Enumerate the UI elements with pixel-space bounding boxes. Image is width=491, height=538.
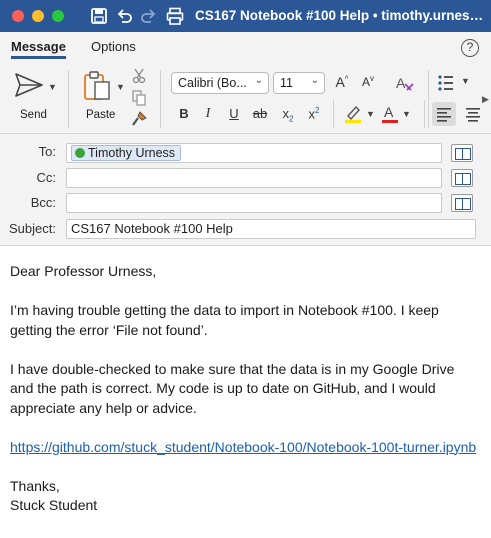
grow-font-label: A: [335, 74, 345, 90]
grow-font-button[interactable]: A^: [333, 74, 351, 90]
bold-button[interactable]: B: [175, 106, 193, 121]
align-left-button[interactable]: [432, 102, 456, 126]
cc-label: Cc:: [36, 170, 57, 185]
subject-field[interactable]: CS167 Notebook #100 Help: [66, 219, 476, 239]
ribbon-divider: [428, 70, 429, 128]
ribbon-overflow-icon[interactable]: ▶: [482, 94, 489, 105]
font-size-dropdown[interactable]: 11 ⌄: [273, 72, 325, 94]
subject-label: Subject:: [9, 221, 56, 236]
save-icon[interactable]: [89, 6, 109, 26]
minimize-window-button[interactable]: [32, 10, 44, 22]
print-icon[interactable]: [165, 6, 185, 26]
superscript-button[interactable]: x2: [305, 106, 323, 121]
font-color-icon[interactable]: A: [381, 104, 399, 124]
ribbon-divider: [68, 70, 69, 128]
chevron-down-icon: ⌄: [310, 75, 319, 86]
paper-plane-icon: [15, 73, 43, 97]
subscript-button[interactable]: x2: [279, 106, 297, 124]
redo-icon[interactable]: [139, 6, 159, 26]
paste-label: Paste: [86, 109, 116, 121]
presence-icon: [75, 148, 85, 158]
address-book-icon[interactable]: [451, 169, 473, 187]
closing: Thanks,: [10, 477, 60, 494]
shrink-font-label: A: [361, 75, 370, 89]
font-name-value: Calibri (Bo...: [178, 76, 247, 90]
address-book-icon[interactable]: [451, 144, 473, 162]
recipient-chip[interactable]: Timothy Urness: [71, 145, 182, 161]
font-name-dropdown[interactable]: Calibri (Bo... ⌄: [171, 72, 269, 94]
address-book-icon[interactable]: [451, 194, 473, 212]
underline-button[interactable]: U: [225, 106, 243, 121]
chevron-down-icon: ▼: [48, 82, 57, 92]
ribbon-tab-bar: Message Options ?: [0, 32, 491, 62]
align-center-icon[interactable]: [461, 102, 485, 126]
chevron-down-icon[interactable]: ▼: [366, 109, 375, 119]
chevron-down-icon: ▼: [116, 82, 125, 92]
send-label: Send: [20, 109, 47, 121]
ribbon-divider: [424, 100, 425, 128]
window-title: CS167 Notebook #100 Help • timothy.urnes…: [195, 8, 485, 23]
message-body[interactable]: Dear Professor Urness, I’m having troubl…: [10, 262, 480, 516]
strikethrough-button[interactable]: ab: [251, 106, 269, 121]
ribbon-toolbar: ▼ Send ▼ Paste Calibri (Bo... ⌄ 11 ⌄ A^ …: [0, 62, 491, 134]
zoom-window-button[interactable]: [52, 10, 64, 22]
to-field[interactable]: Timothy Urness: [66, 143, 442, 163]
format-painter-icon[interactable]: [131, 111, 147, 127]
send-button[interactable]: ▼ Send: [6, 68, 60, 128]
clear-formatting-icon[interactable]: A: [395, 74, 415, 92]
recipient-name: Timothy Urness: [88, 146, 176, 160]
greeting: Dear Professor Urness,: [10, 263, 157, 279]
chevron-down-icon[interactable]: ▼: [461, 76, 470, 86]
svg-text:A: A: [384, 104, 394, 120]
bullet-list-icon[interactable]: [437, 74, 459, 92]
paste-button[interactable]: ▼ Paste: [78, 68, 125, 128]
tab-message[interactable]: Message: [11, 39, 66, 59]
title-bar: CS167 Notebook #100 Help • timothy.urnes…: [0, 0, 491, 32]
github-link[interactable]: https://github.com/stuck_student/Noteboo…: [10, 439, 476, 455]
svg-text:A: A: [396, 75, 406, 91]
close-window-button[interactable]: [12, 10, 24, 22]
font-size-value: 11: [280, 76, 293, 90]
bcc-label: Bcc:: [30, 195, 56, 210]
message-header-fields: To: Timothy Urness Cc: Bcc: Subject: CS1…: [0, 134, 491, 246]
ribbon-divider: [333, 100, 334, 128]
scissors-icon[interactable]: [132, 68, 146, 84]
cc-field[interactable]: [66, 168, 442, 188]
clipboard-icon: [84, 71, 110, 100]
chevron-down-icon[interactable]: ▼: [402, 109, 411, 119]
body-paragraph: I have double-checked to make sure that …: [10, 360, 455, 416]
copy-icon[interactable]: [132, 90, 146, 106]
tab-options[interactable]: Options: [91, 39, 136, 54]
body-paragraph: I’m having trouble getting the data to i…: [10, 302, 439, 338]
bcc-field[interactable]: [66, 193, 442, 213]
shrink-font-button[interactable]: Av: [359, 74, 377, 89]
italic-button[interactable]: I: [199, 106, 217, 122]
highlighter-icon[interactable]: [344, 104, 362, 124]
chevron-down-icon: ⌄: [254, 75, 263, 86]
ribbon-divider: [160, 70, 161, 128]
align-left-icon: [437, 108, 451, 122]
undo-icon[interactable]: [114, 6, 134, 26]
help-button[interactable]: ?: [461, 39, 479, 57]
signature: Stuck Student: [10, 497, 98, 513]
to-label: To:: [38, 144, 56, 159]
